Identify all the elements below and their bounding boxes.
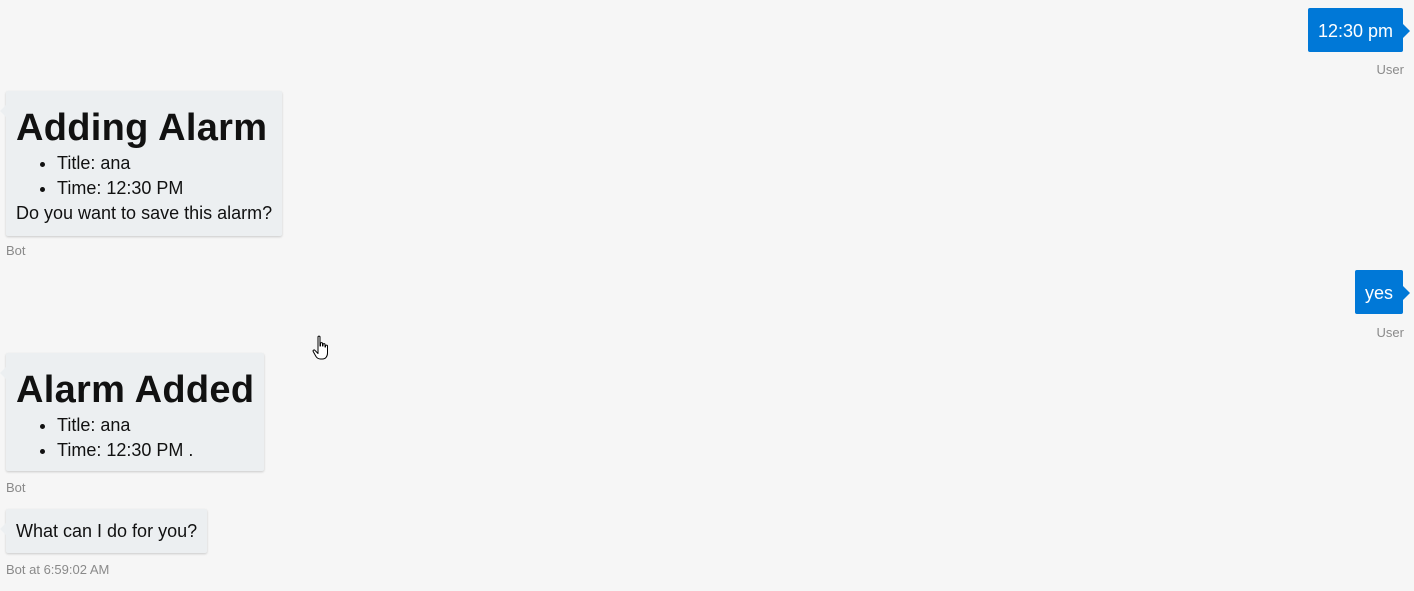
card-text: Do you want to save this alarm? [16,203,273,223]
user-message-bubble: yes [1354,270,1411,314]
card-fact: Time: 12:30 PM . [57,438,254,463]
chat-transcript: 12:30 pm User Adding Alarm Title: ana Ti… [0,0,1414,591]
user-message-bubble: 12:30 pm [1307,8,1411,52]
card-fact: Title: ana [57,151,272,176]
bot-text-bubble: What can I do for you? [0,509,208,553]
message-timestamp-label: Bot at 6:59:02 AM [6,562,110,577]
card-fact-list: Title: ana Time: 12:30 PM . [16,413,254,463]
message-sender-label: User [1376,62,1404,77]
user-message: 12:30 pm [1307,8,1411,52]
hand-pointer-icon [312,335,328,360]
message-sender-label: User [1376,325,1404,340]
bot-card-bubble: Alarm Added Title: ana Time: 12:30 PM . [0,353,265,471]
bot-text-message: What can I do for you? [0,509,208,553]
message-sender-label: Bot [6,243,26,258]
card-fact-list: Title: ana Time: 12:30 PM [16,151,272,201]
bot-card-message: Alarm Added Title: ana Time: 12:30 PM . [0,353,265,471]
bot-card-bubble: Adding Alarm Title: ana Time: 12:30 PM D… [0,91,283,236]
card-fact: Time: 12:30 PM [57,176,272,201]
message-sender-label: Bot [6,480,26,495]
card-title: Alarm Added [16,369,255,411]
card-title: Adding Alarm [16,107,268,149]
card-fact: Title: ana [57,413,254,438]
bot-card-message: Adding Alarm Title: ana Time: 12:30 PM D… [0,91,283,236]
user-message: yes [1354,270,1411,314]
